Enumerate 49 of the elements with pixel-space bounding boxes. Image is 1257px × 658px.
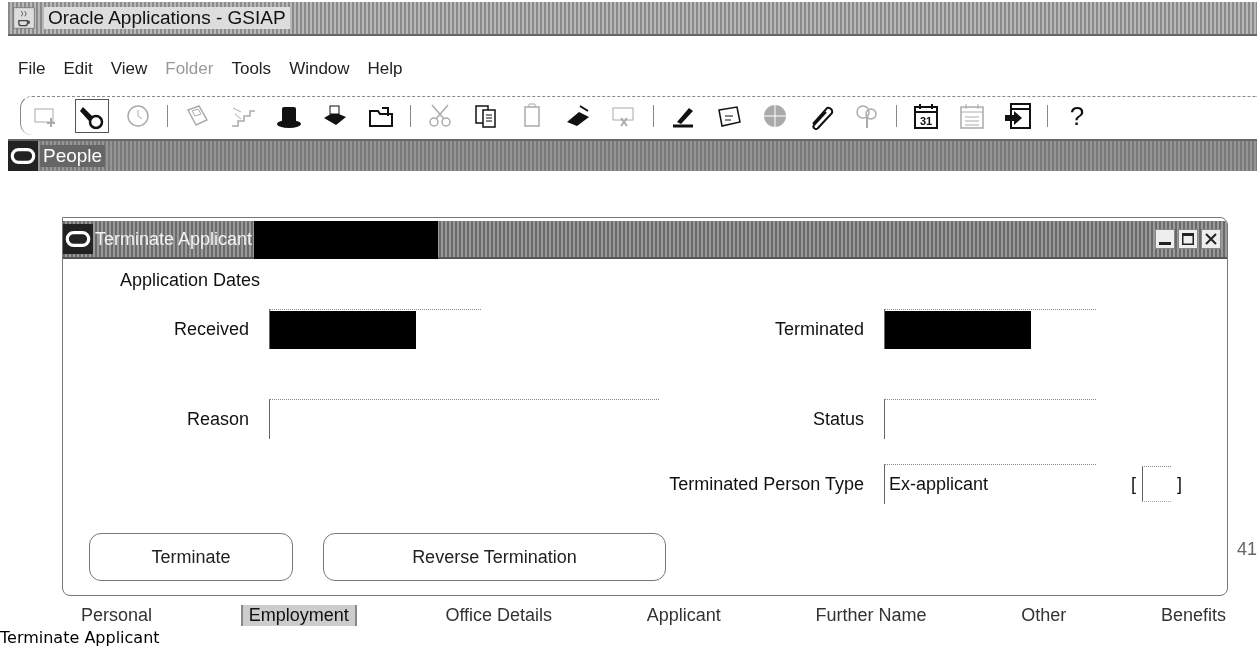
- bracket: [: [1131, 473, 1136, 495]
- close-icon: [1205, 233, 1217, 245]
- field-value: 41: [1236, 539, 1257, 560]
- scissors-icon: [426, 102, 454, 130]
- input-field[interactable]: [884, 399, 1096, 439]
- menu-item[interactable]: View: [110, 59, 148, 79]
- calendar-icon: [958, 102, 986, 130]
- minimize-button[interactable]: [1155, 229, 1175, 249]
- globe-icon: [761, 102, 789, 130]
- field-label: Terminated Person Type: [669, 473, 864, 495]
- tab[interactable]: Other: [1015, 605, 1073, 626]
- input-field[interactable]: [269, 399, 659, 439]
- menu-item[interactable]: Edit: [63, 59, 93, 79]
- tab[interactable]: Further Name: [809, 605, 933, 626]
- tab[interactable]: Applicant: [640, 605, 727, 626]
- field-label: Status: [812, 408, 864, 430]
- caption: Terminate Applicant: [0, 628, 161, 649]
- section-heading: Application Dates: [119, 269, 262, 291]
- menu-item[interactable]: Help: [367, 59, 403, 79]
- minimize-icon: [1159, 242, 1171, 245]
- tab[interactable]: Benefits: [1154, 605, 1232, 626]
- coffee-cup-icon: [12, 6, 36, 30]
- action-button[interactable]: Terminate: [89, 533, 293, 581]
- tab[interactable]: Personal: [75, 605, 159, 626]
- flashlight-button[interactable]: [75, 99, 109, 133]
- menu-item[interactable]: Tools: [231, 59, 272, 79]
- tab[interactable]: Office Details: [439, 605, 559, 626]
- field-label: Reason: [186, 408, 249, 430]
- dialog-title: Terminate Applicant: [95, 228, 253, 250]
- help-button[interactable]: ?: [1060, 99, 1094, 133]
- tab[interactable]: Employment: [240, 605, 357, 626]
- menu-item[interactable]: Window: [289, 59, 350, 79]
- menu-item[interactable]: File: [18, 59, 46, 79]
- input-field[interactable]: [1142, 466, 1171, 502]
- input-field[interactable]: Ex-applicant: [884, 464, 1096, 504]
- input-field[interactable]: [884, 309, 1096, 349]
- window-title: People: [40, 145, 106, 167]
- clock-icon: [124, 102, 152, 130]
- close-button[interactable]: [1201, 229, 1221, 249]
- field-label: Terminated: [774, 318, 864, 340]
- maximize-icon: [1182, 233, 1194, 245]
- field-label: Received: [173, 318, 249, 340]
- window-title: Oracle Applications - GSIAP: [44, 7, 290, 29]
- exit-arrow-icon: [1004, 102, 1032, 130]
- oval-logo-icon: [8, 141, 38, 171]
- action-button[interactable]: Reverse Termination: [323, 533, 666, 581]
- input-field[interactable]: [269, 309, 481, 349]
- maximize-button[interactable]: [1178, 229, 1198, 249]
- bracket: ]: [1177, 473, 1183, 495]
